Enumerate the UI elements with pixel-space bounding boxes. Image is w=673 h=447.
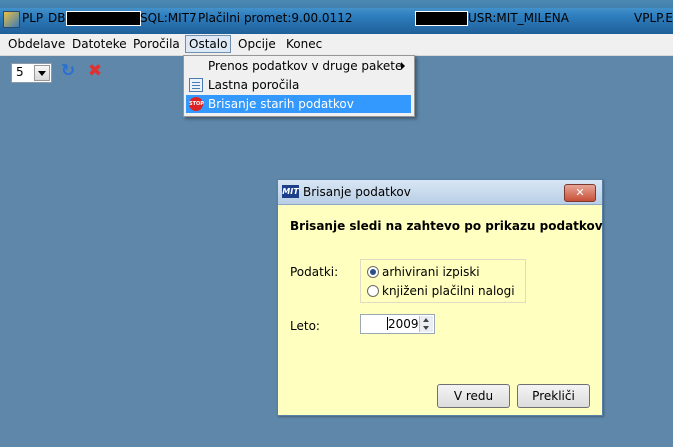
combo-value: 5 — [16, 65, 24, 79]
refresh-icon[interactable]: ↻ — [59, 62, 77, 80]
spinner-buttons[interactable] — [419, 316, 433, 332]
radio-knjizeni-nalogi[interactable] — [367, 285, 379, 297]
stop-icon: STOP — [189, 97, 204, 111]
app-version-label: Plačilni promet:9.00.0112 — [198, 11, 353, 25]
ostalo-dropdown-menu: Prenos podatkov v druge pakete Lastna po… — [183, 55, 415, 117]
app-icon — [3, 11, 20, 28]
menu-item-label: Prenos podatkov v druge pakete — [208, 59, 403, 73]
sql-server-label: SQL:MIT7 — [140, 11, 197, 25]
dialog-titlebar: MIT Brisanje podatkov ✕ — [278, 180, 602, 205]
radio-label-knjizeni[interactable]: knjiženi plačilni nalogi — [382, 284, 515, 298]
dialog-title: Brisanje podatkov — [303, 185, 411, 199]
ok-button[interactable]: V redu — [437, 384, 510, 408]
spin-up-icon[interactable] — [423, 318, 429, 322]
cancel-button[interactable]: Prekliči — [517, 384, 590, 408]
close-button[interactable]: ✕ — [564, 184, 596, 202]
menu-item-lastna-porocila[interactable]: Lastna poročila — [186, 76, 411, 94]
spin-down-icon[interactable] — [423, 326, 429, 330]
year-label: Leto: — [290, 319, 320, 333]
redacted-user-info — [415, 11, 468, 26]
delete-icon[interactable]: ✖ — [86, 62, 104, 80]
menu-opcije[interactable]: Opcije — [235, 37, 279, 51]
submenu-arrow-icon — [401, 62, 405, 70]
year-value[interactable]: 2009 — [388, 317, 419, 331]
menu-datoteke[interactable]: Datoteke — [69, 37, 130, 51]
menu-item-label: Lastna poročila — [208, 78, 300, 92]
radio-label-arhivirani[interactable]: arhivirani izpiski — [382, 265, 480, 279]
data-options-group: arhivirani izpiski knjiženi plačilni nal… — [360, 259, 526, 303]
app-titlebar: PLP DB: SQL:MIT7 Plačilni promet:9.00.01… — [0, 0, 673, 34]
menu-item-prenos-podatkov[interactable]: Prenos podatkov v druge pakete — [186, 57, 411, 75]
executable-label: VPLP.EX — [634, 11, 673, 25]
menu-obdelave[interactable]: Obdelave — [5, 37, 68, 51]
brisanje-podatkov-dialog: MIT Brisanje podatkov ✕ Brisanje sledi n… — [277, 179, 603, 416]
dialog-heading: Brisanje sledi na zahtevo po prikazu pod… — [290, 219, 603, 233]
titlebar-background-strip — [0, 0, 673, 8]
menu-item-label: Brisanje starih podatkov — [208, 97, 354, 111]
list-icon — [189, 78, 203, 92]
data-label: Podatki: — [290, 265, 339, 279]
mit-logo-icon: MIT — [282, 185, 299, 198]
chevron-down-icon[interactable] — [34, 65, 50, 81]
menu-porocila[interactable]: Poročila — [130, 37, 183, 51]
app-label: PLP — [22, 11, 44, 25]
page-size-combo[interactable]: 5 — [11, 63, 52, 83]
redacted-db-name — [66, 11, 141, 26]
menu-bar: Obdelave Datoteke Poročila Ostalo Opcije… — [0, 34, 673, 56]
menu-item-brisanje-starih-podatkov[interactable]: STOP Brisanje starih podatkov — [186, 95, 411, 113]
radio-arhivirani-izpiski[interactable] — [367, 266, 379, 278]
year-spinner[interactable]: 2009 — [360, 314, 435, 334]
menu-konec[interactable]: Konec — [283, 37, 325, 51]
user-label: USR:MIT_MILENA — [468, 11, 569, 25]
menu-ostalo[interactable]: Ostalo — [185, 35, 232, 53]
